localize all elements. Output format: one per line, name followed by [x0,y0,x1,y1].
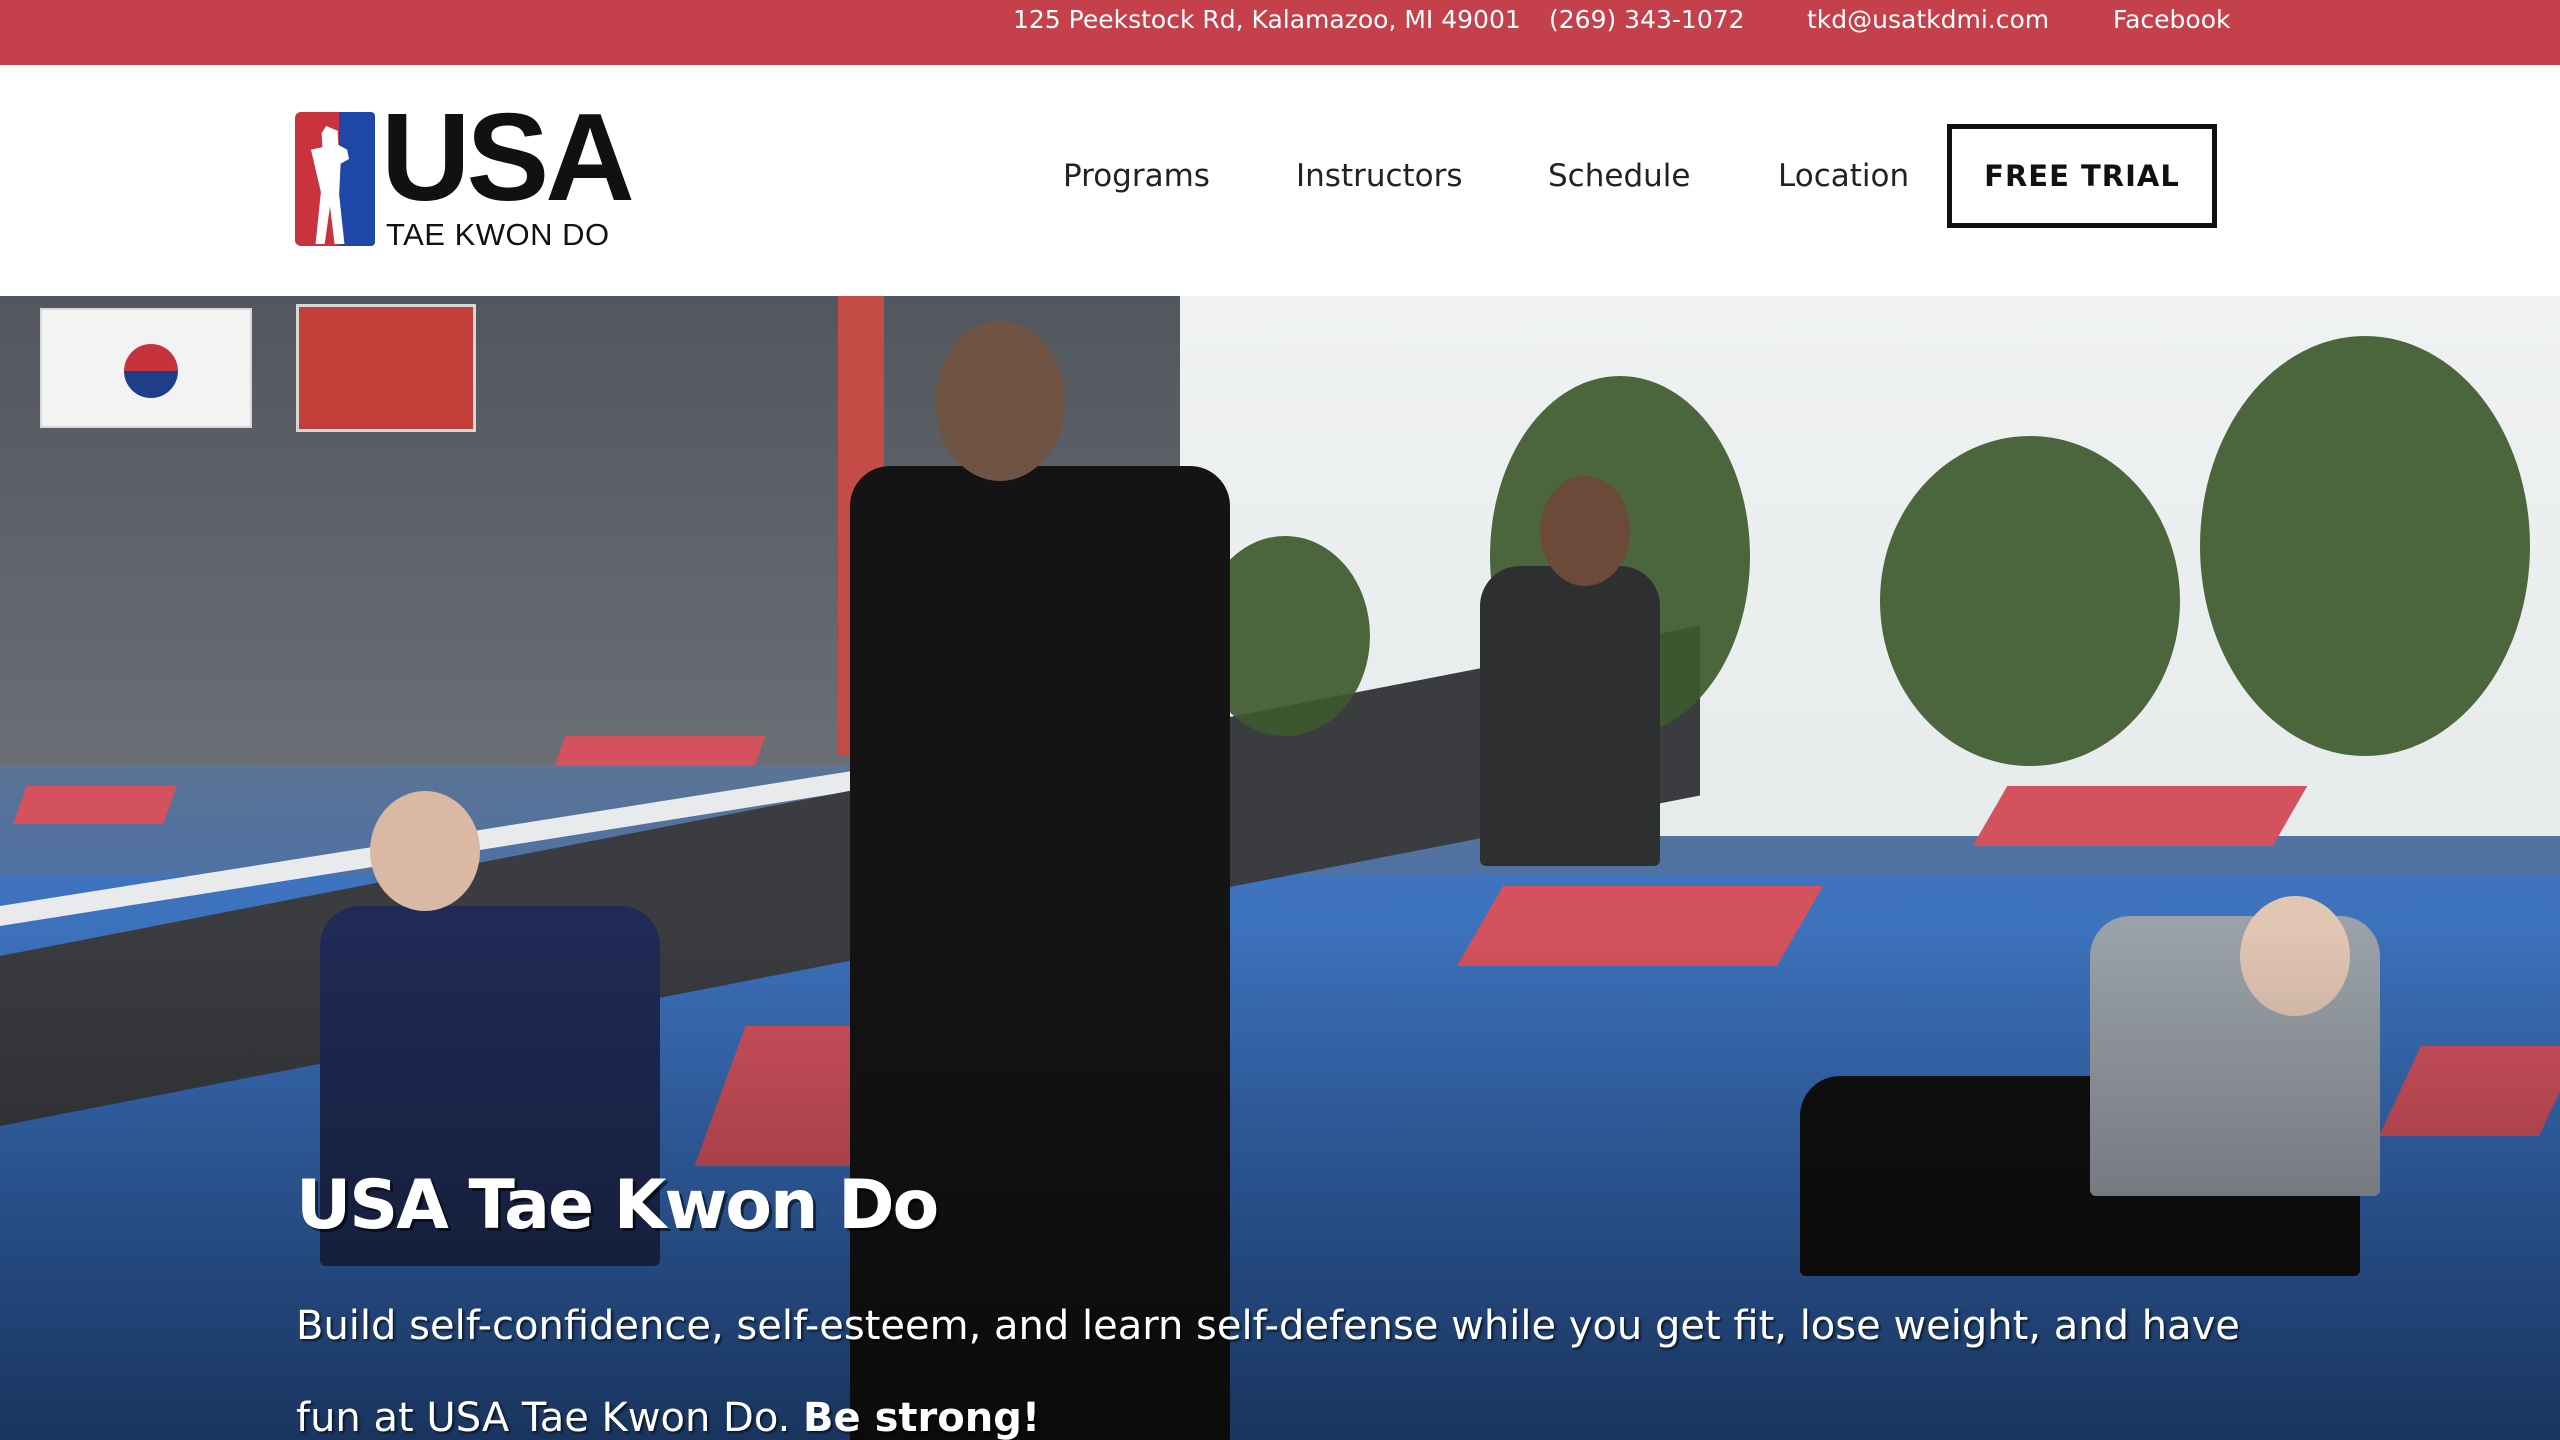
logo-subtitle: TAE KWON DO [386,217,610,252]
nav-location[interactable]: Location [1778,65,1909,296]
logo-blue-block [339,112,375,246]
email-link[interactable]: tkd@usatkdmi.com [1807,0,2049,40]
site-header: USA TAE KWON DO Programs Instructors Sch… [0,65,2560,296]
nav-schedule[interactable]: Schedule [1548,65,1690,296]
logo-wordmark: USA [381,89,635,227]
hero-gradient-overlay [0,296,2560,1440]
hero-title: USA Tae Kwon Do [296,1166,939,1245]
hero-section: USA Tae Kwon Do Build self-confidence, s… [0,296,2560,1440]
nav-instructors[interactable]: Instructors [1296,65,1463,296]
site-logo[interactable]: USA TAE KWON DO [295,96,635,252]
phone-link[interactable]: (269) 343-1072 [1549,0,1745,40]
nav-programs[interactable]: Programs [1063,65,1210,296]
hero-tagline: Be strong! [803,1395,1041,1440]
hero-description: Build self-confidence, self-esteem, and … [296,1280,2306,1440]
free-trial-button[interactable]: FREE TRIAL [1947,124,2217,228]
facebook-link[interactable]: Facebook [2113,0,2230,40]
hero-description-text: Build self-confidence, self-esteem, and … [296,1303,2240,1440]
address-link[interactable]: 125 Peekstock Rd, Kalamazoo, MI 49001 [1013,0,1521,40]
top-info-bar: 125 Peekstock Rd, Kalamazoo, MI 49001 (2… [0,0,2560,65]
